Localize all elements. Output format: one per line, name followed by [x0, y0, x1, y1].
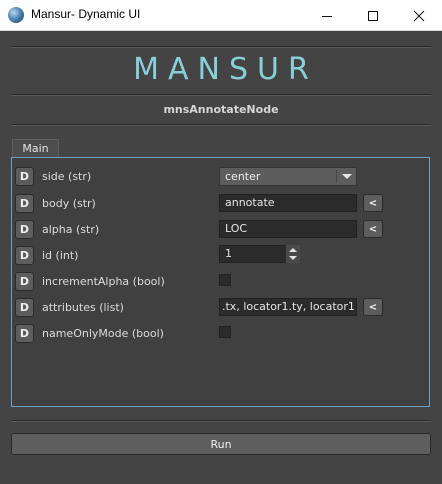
param-label-incrementalpha: incrementAlpha (bool): [42, 275, 165, 288]
node-title: mnsAnnotateNode: [163, 103, 279, 116]
param-label-attributes: attributes (list): [42, 301, 124, 314]
body-input[interactable]: annotate: [219, 194, 357, 212]
run-button[interactable]: Run: [11, 433, 431, 455]
default-button-attributes[interactable]: D: [15, 298, 34, 317]
attributes-input[interactable]: .tx, locator1.ty, locator1.tz: [219, 298, 357, 316]
chevron-down-icon: [342, 174, 352, 179]
mansur-logo: MANSUR: [133, 52, 318, 87]
default-button-incrementalpha[interactable]: D: [15, 272, 34, 291]
close-button[interactable]: [396, 0, 442, 31]
param-label-body: body (str): [42, 197, 96, 210]
param-label-alpha: alpha (str): [42, 223, 100, 236]
alpha-load-button[interactable]: <: [363, 220, 383, 238]
close-icon: [413, 10, 425, 21]
minimize-icon: [322, 15, 332, 17]
maximize-button[interactable]: [350, 0, 396, 31]
alpha-input[interactable]: LOC: [219, 220, 357, 238]
param-label-side: side (str): [42, 170, 92, 183]
id-spinbox-arrows[interactable]: [286, 245, 300, 263]
default-button-alpha[interactable]: D: [15, 220, 34, 239]
maximize-icon: [368, 10, 378, 21]
minimize-button[interactable]: [304, 0, 350, 31]
header-divider-top: [11, 46, 431, 48]
title-bar[interactable]: Mansur- Dynamic UI: [0, 0, 442, 31]
body-load-button[interactable]: <: [363, 194, 383, 212]
default-button-nameonlymode[interactable]: D: [15, 324, 34, 343]
maya-globe-icon: [8, 7, 24, 23]
param-label-id: id (int): [42, 249, 79, 262]
side-dropdown[interactable]: center: [219, 167, 357, 186]
attributes-load-button[interactable]: <: [363, 298, 383, 316]
default-button-id[interactable]: D: [15, 246, 34, 265]
id-spinbox-input[interactable]: 1: [219, 245, 287, 263]
footer-divider: [11, 420, 431, 422]
side-dropdown-value: center: [225, 170, 261, 183]
incrementalpha-checkbox[interactable]: [219, 274, 231, 286]
param-label-nameonlymode: nameOnlyMode (bool): [42, 327, 164, 340]
dropdown-divider: [336, 170, 337, 183]
default-button-body[interactable]: D: [15, 194, 34, 213]
header-divider-middle: [11, 94, 431, 96]
spin-up-down-icon: [286, 245, 300, 263]
default-button-side[interactable]: D: [15, 167, 34, 186]
window-title: Mansur- Dynamic UI: [31, 7, 141, 21]
nameonlymode-checkbox[interactable]: [219, 326, 231, 338]
tab-main[interactable]: Main: [12, 139, 59, 157]
header-divider-bottom: [11, 124, 431, 126]
